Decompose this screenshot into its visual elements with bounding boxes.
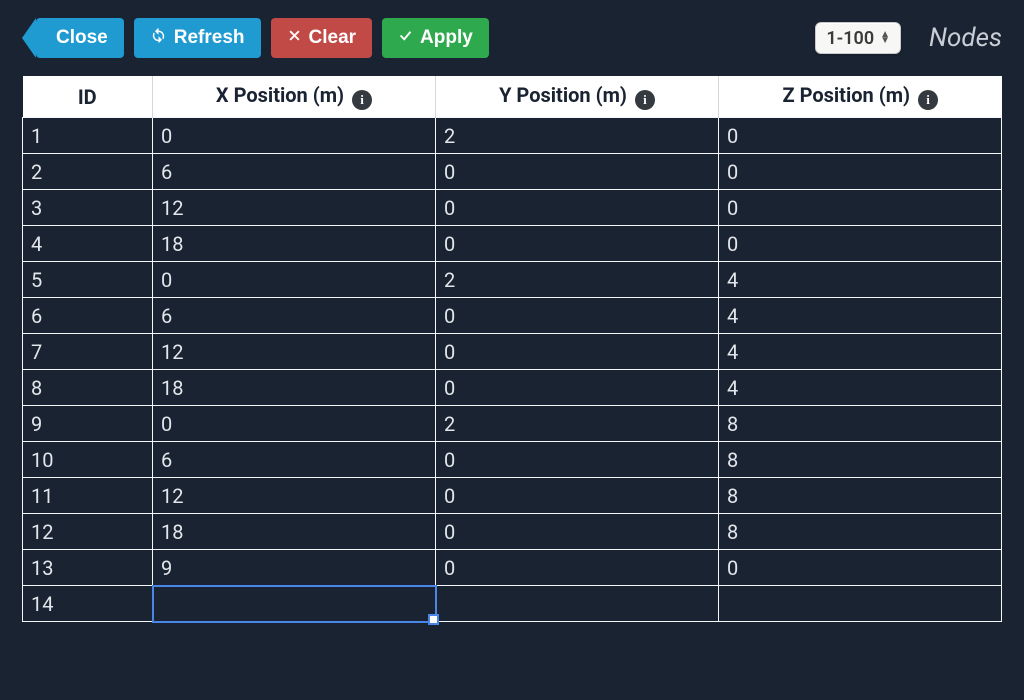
cell-y[interactable]: 0 [436, 226, 719, 262]
table-row: 9028 [23, 406, 1002, 442]
cell-y[interactable]: 2 [436, 262, 719, 298]
cell-z[interactable]: 0 [719, 118, 1002, 154]
cell-z[interactable] [719, 586, 1002, 622]
cell-x[interactable]: 0 [153, 118, 436, 154]
col-header-x-label: X Position (m) [216, 83, 344, 107]
refresh-icon [150, 27, 167, 50]
table-row: 2600 [23, 154, 1002, 190]
toolbar: Close Refresh Clear Apply 1-100 ▲▼ [22, 18, 1002, 58]
table-row: 14 [23, 586, 1002, 622]
cell-y[interactable]: 0 [436, 154, 719, 190]
range-select[interactable]: 1-100 ▲▼ [815, 22, 901, 54]
cell-z[interactable]: 4 [719, 298, 1002, 334]
table-row: 13900 [23, 550, 1002, 586]
col-header-id[interactable]: ID [23, 76, 153, 118]
stepper-icon: ▲▼ [880, 32, 890, 44]
apply-button[interactable]: Apply [382, 18, 489, 58]
cell-y[interactable] [436, 586, 719, 622]
cell-id[interactable]: 13 [23, 550, 153, 586]
cell-x[interactable]: 0 [153, 262, 436, 298]
table-row: 31200 [23, 190, 1002, 226]
cell-y[interactable]: 0 [436, 514, 719, 550]
cell-y[interactable]: 0 [436, 298, 719, 334]
info-icon[interactable]: i [352, 90, 372, 110]
cell-z[interactable]: 8 [719, 406, 1002, 442]
table-row: 81804 [23, 370, 1002, 406]
cell-z[interactable]: 0 [719, 190, 1002, 226]
cell-y[interactable]: 2 [436, 406, 719, 442]
cell-y[interactable]: 0 [436, 334, 719, 370]
cell-x[interactable]: 12 [153, 334, 436, 370]
table-row: 6604 [23, 298, 1002, 334]
info-icon[interactable]: i [918, 90, 938, 110]
apply-button-label: Apply [420, 27, 473, 49]
cell-z[interactable]: 4 [719, 370, 1002, 406]
cell-z[interactable]: 0 [719, 550, 1002, 586]
col-header-y[interactable]: Y Position (m) i [436, 76, 719, 118]
table-row: 111208 [23, 478, 1002, 514]
cell-y[interactable]: 0 [436, 190, 719, 226]
cell-z[interactable]: 4 [719, 334, 1002, 370]
cell-id[interactable]: 8 [23, 370, 153, 406]
refresh-button[interactable]: Refresh [134, 18, 261, 58]
cell-id[interactable]: 2 [23, 154, 153, 190]
cell-y[interactable]: 2 [436, 118, 719, 154]
cell-id[interactable]: 4 [23, 226, 153, 262]
page-title: Nodes [929, 23, 1002, 53]
cell-z[interactable]: 0 [719, 226, 1002, 262]
clear-button-label: Clear [309, 27, 357, 49]
cell-y[interactable]: 0 [436, 442, 719, 478]
cell-x[interactable]: 6 [153, 442, 436, 478]
col-header-y-label: Y Position (m) [499, 83, 627, 107]
cell-y[interactable]: 0 [436, 370, 719, 406]
info-icon[interactable]: i [635, 90, 655, 110]
close-button-label: Close [56, 27, 108, 49]
cell-x[interactable]: 18 [153, 226, 436, 262]
cell-id[interactable]: 6 [23, 298, 153, 334]
cell-y[interactable]: 0 [436, 550, 719, 586]
cell-x[interactable]: 18 [153, 370, 436, 406]
cell-id[interactable]: 12 [23, 514, 153, 550]
col-header-z[interactable]: Z Position (m) i [719, 76, 1002, 118]
table-row: 5024 [23, 262, 1002, 298]
cell-x[interactable]: 12 [153, 190, 436, 226]
cell-id[interactable]: 1 [23, 118, 153, 154]
cell-x[interactable]: 6 [153, 298, 436, 334]
cell-z[interactable]: 8 [719, 442, 1002, 478]
cell-z[interactable]: 4 [719, 262, 1002, 298]
col-header-x[interactable]: X Position (m) i [153, 76, 436, 118]
cell-y[interactable]: 0 [436, 478, 719, 514]
table-row: 1020 [23, 118, 1002, 154]
cell-id[interactable]: 10 [23, 442, 153, 478]
cell-x[interactable]: 6 [153, 154, 436, 190]
cell-id[interactable]: 7 [23, 334, 153, 370]
table-row: 41800 [23, 226, 1002, 262]
cell-x[interactable]: 9 [153, 550, 436, 586]
col-header-z-label: Z Position (m) [782, 83, 910, 107]
close-button[interactable]: Close [36, 18, 124, 58]
range-select-value: 1-100 [826, 28, 874, 49]
table-row: 121808 [23, 514, 1002, 550]
cell-id[interactable]: 11 [23, 478, 153, 514]
cell-x[interactable]: 0 [153, 406, 436, 442]
cell-id[interactable]: 14 [23, 586, 153, 622]
check-icon [398, 27, 413, 49]
cell-x[interactable]: 18 [153, 514, 436, 550]
cell-z[interactable]: 0 [719, 154, 1002, 190]
cell-id[interactable]: 9 [23, 406, 153, 442]
cell-z[interactable]: 8 [719, 478, 1002, 514]
x-icon [287, 27, 302, 49]
col-header-id-label: ID [78, 85, 97, 109]
table-row: 10608 [23, 442, 1002, 478]
cell-x[interactable]: 12 [153, 478, 436, 514]
cell-id[interactable]: 3 [23, 190, 153, 226]
nodes-table: ID X Position (m) i Y Position (m) i Z P… [22, 76, 1002, 622]
clear-button[interactable]: Clear [271, 18, 373, 58]
cell-id[interactable]: 5 [23, 262, 153, 298]
refresh-button-label: Refresh [174, 27, 245, 49]
table-row: 71204 [23, 334, 1002, 370]
cell-x[interactable] [153, 586, 436, 622]
cell-z[interactable]: 8 [719, 514, 1002, 550]
